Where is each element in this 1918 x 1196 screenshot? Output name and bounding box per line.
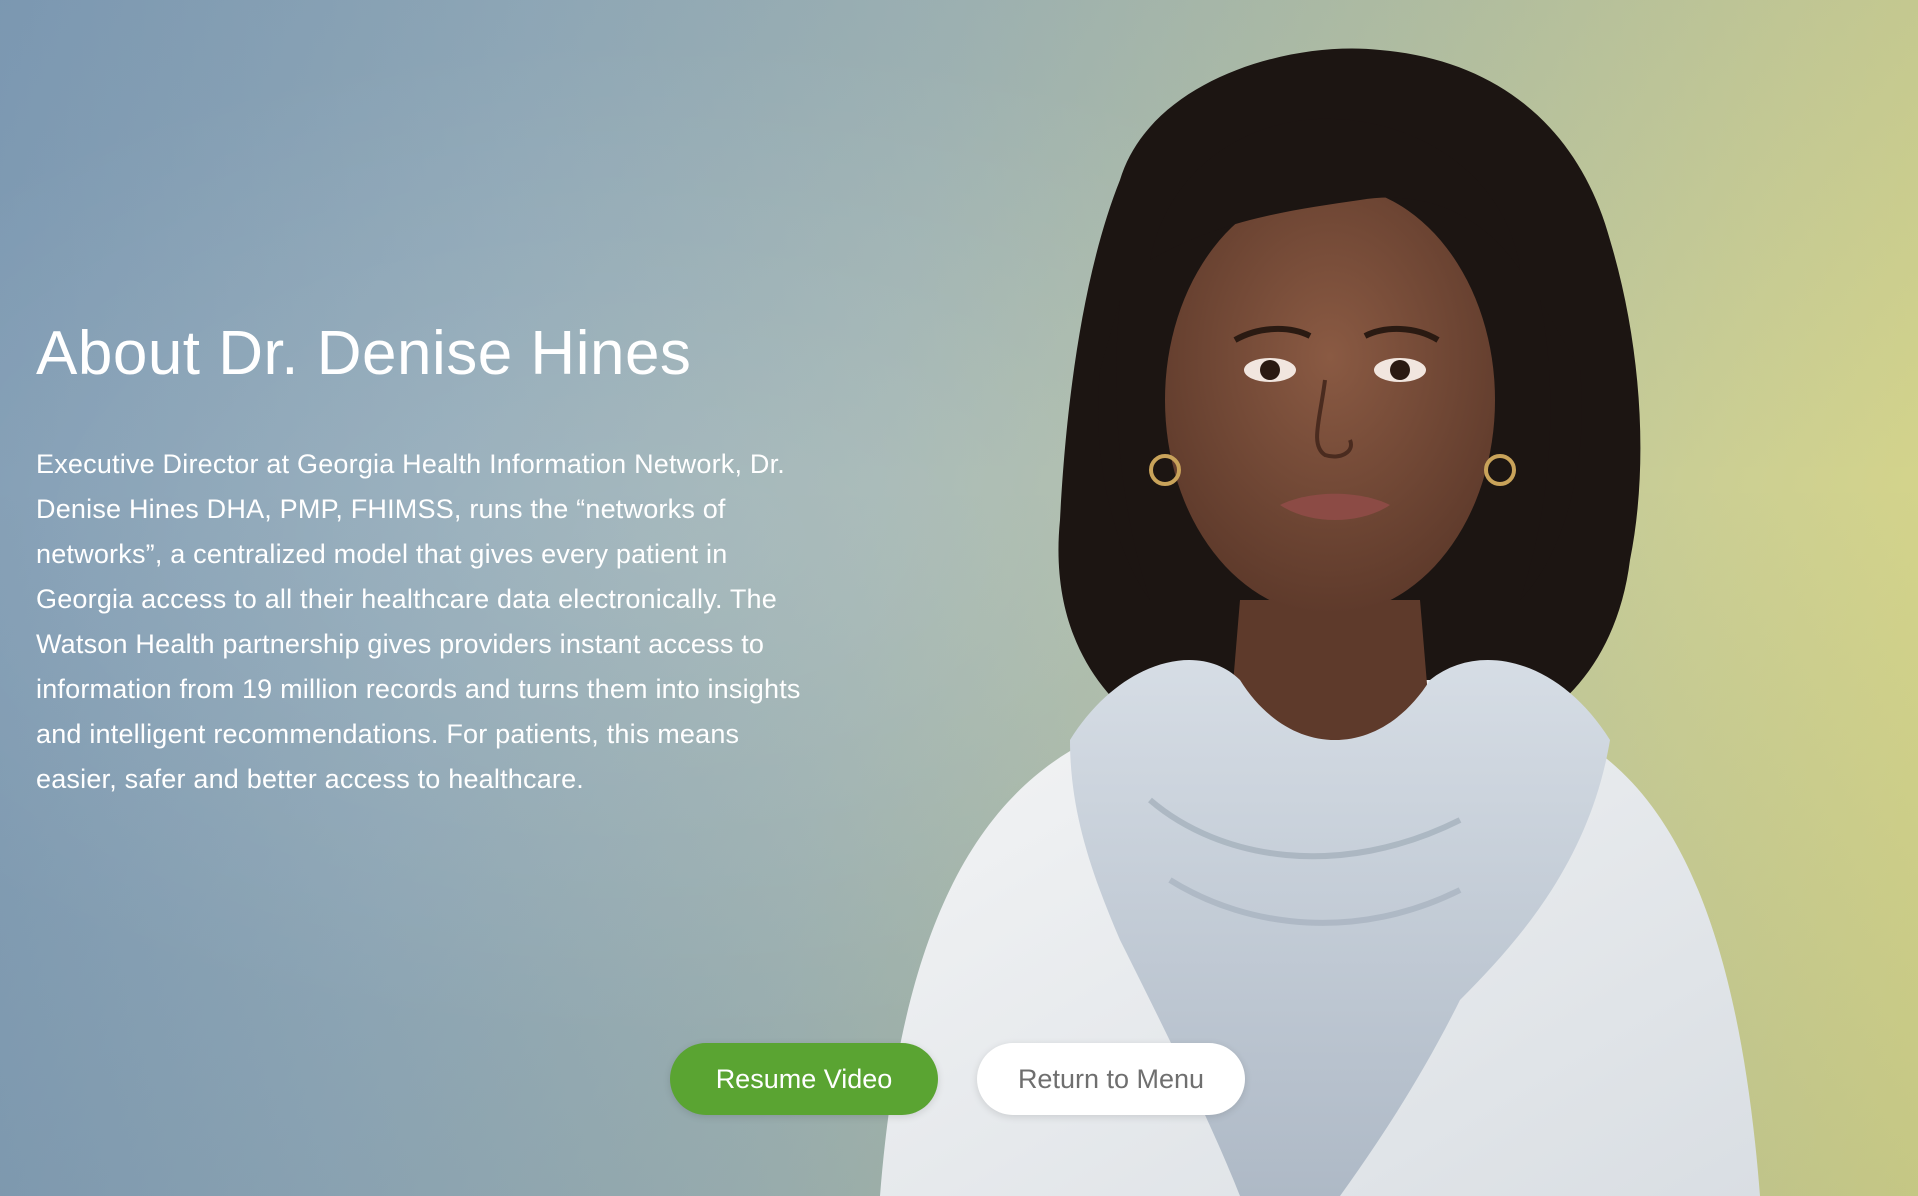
resume-video-button[interactable]: Resume Video: [670, 1043, 938, 1115]
bio-text: Executive Director at Georgia Health Inf…: [36, 449, 801, 794]
portrait-image: [820, 40, 1820, 1196]
page-title: About Dr. Denise Hines: [36, 319, 692, 388]
return-to-menu-button[interactable]: Return to Menu: [977, 1043, 1245, 1115]
